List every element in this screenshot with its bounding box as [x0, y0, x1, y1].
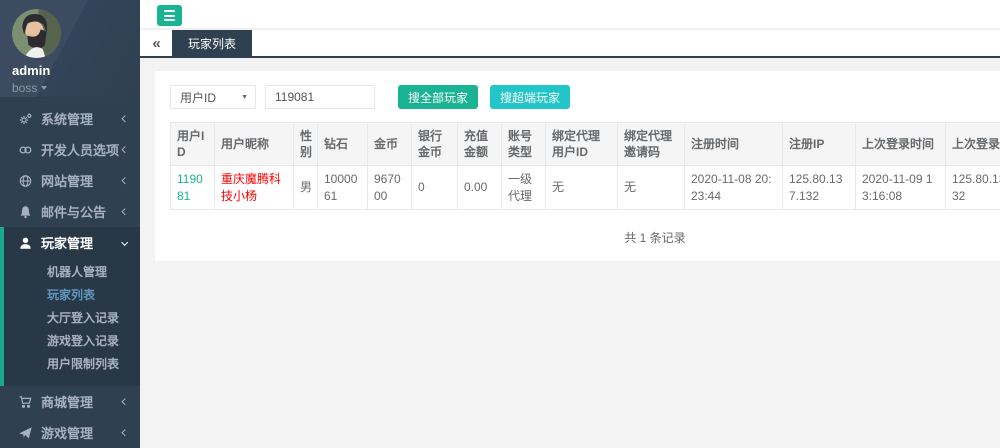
cell-register-time: 2020-11-08 20:23:44	[685, 166, 783, 209]
cell-gold: 967000	[368, 166, 412, 209]
cell-diamonds: 1000061	[318, 166, 368, 209]
cell-recharge-amount: 0.00	[458, 166, 502, 209]
player-list-panel: 用户ID ▼ 搜全部玩家 搜超端玩家	[155, 71, 1000, 261]
sidebar-item-website[interactable]: 网站管理	[0, 165, 140, 196]
sidebar-item-label: 游戏管理	[41, 423, 122, 442]
paper-plane-icon	[18, 426, 33, 440]
search-all-players-button[interactable]: 搜全部玩家	[398, 85, 478, 109]
sidebar-item-label: 系统管理	[41, 109, 122, 128]
cell-bound-agent-invite-code: 无	[618, 166, 685, 209]
chevron-left-icon	[121, 398, 129, 406]
sidebar-item-label: 邮件与公告	[41, 202, 122, 221]
user-icon	[18, 236, 33, 250]
column-last-login-ip: 上次登录IP	[946, 123, 1000, 166]
record-count: 共 1 条记录	[170, 229, 1000, 251]
cell-bank-gold: 0	[412, 166, 458, 209]
chevron-left-icon	[121, 177, 129, 185]
column-diamonds: 钻石	[318, 123, 368, 166]
sidebar-item-system[interactable]: 系统管理	[0, 103, 140, 134]
cell-bound-agent-user-id: 无	[546, 166, 618, 209]
app-window: admin boss 系统管理	[0, 0, 1000, 448]
cell-nickname: 重庆魔腾科技小杨	[215, 166, 294, 209]
table-header-row: 用户ID 用户昵称 性别 钻石 金币 银行金币 充值金额 账号类型 绑定代理用户…	[171, 123, 1000, 166]
chevron-left-icon	[121, 115, 129, 123]
link-icon	[18, 143, 33, 157]
triangle-down-icon: ▼	[241, 94, 248, 101]
user-name: admin	[12, 63, 140, 78]
column-nickname: 用户昵称	[215, 123, 294, 166]
column-bound-agent-invite-code: 绑定代理邀请码	[618, 123, 685, 166]
cell-last-login-ip: 125.80.137.132	[946, 166, 1000, 209]
column-register-ip: 注册IP	[783, 123, 856, 166]
column-gold: 金币	[368, 123, 412, 166]
user-role-dropdown[interactable]: boss	[12, 81, 140, 95]
avatar	[12, 9, 61, 58]
user-id-link[interactable]: 119081	[171, 166, 215, 209]
search-form: 用户ID ▼ 搜全部玩家 搜超端玩家	[170, 85, 1000, 109]
avatar-image	[12, 9, 61, 58]
sidebar-nav: 系统管理 开发人员选项 网站管理	[0, 97, 140, 448]
player-table: 用户ID 用户昵称 性别 钻石 金币 银行金币 充值金额 账号类型 绑定代理用户…	[170, 122, 1000, 210]
user-profile: admin boss	[0, 0, 140, 97]
sidebar-item-dev-options[interactable]: 开发人员选项	[0, 134, 140, 165]
tabbar: « 玩家列表	[140, 30, 1000, 58]
sidebar-item-game-management[interactable]: 游戏管理	[0, 417, 140, 448]
search-super-players-button[interactable]: 搜超端玩家	[490, 85, 570, 109]
topbar	[140, 0, 1000, 30]
player-management-submenu: 机器人管理 玩家列表 大厅登入记录 游戏登入记录 用户限制列表	[4, 258, 140, 386]
sidebar-group-player-management: 玩家管理 机器人管理 玩家列表 大厅登入记录 游戏登入记录 用户限制列表	[0, 227, 140, 386]
bell-icon	[18, 205, 33, 219]
cart-icon	[18, 395, 33, 409]
field-selector[interactable]: 用户ID ▼	[170, 85, 256, 109]
sidebar: admin boss 系统管理	[0, 0, 140, 448]
sidebar-subitem-game-login-log[interactable]: 游戏登入记录	[4, 330, 140, 353]
chevron-left-icon	[121, 208, 129, 216]
column-bank-gold: 银行金币	[412, 123, 458, 166]
column-last-login-time: 上次登录时间	[856, 123, 946, 166]
sidebar-item-mall-management[interactable]: 商城管理	[0, 386, 140, 417]
sidebar-item-label: 开发人员选项	[41, 140, 122, 159]
sidebar-item-label: 玩家管理	[41, 233, 122, 252]
sidebar-toggle-button[interactable]	[157, 5, 182, 26]
gears-icon	[18, 112, 33, 126]
chevron-left-icon	[121, 429, 129, 437]
sidebar-subitem-player-list[interactable]: 玩家列表	[4, 284, 140, 307]
chevron-left-icon	[121, 146, 129, 154]
hamburger-icon	[164, 10, 175, 12]
main-area: « 玩家列表 用户ID ▼ 搜全部玩家 搜超端玩家	[140, 0, 1000, 448]
cell-account-type: 一级代理	[502, 166, 546, 209]
column-account-type: 账号类型	[502, 123, 546, 166]
sidebar-item-label: 网站管理	[41, 171, 122, 190]
sidebar-subitem-lobby-login-log[interactable]: 大厅登入记录	[4, 307, 140, 330]
sidebar-subitem-robot-management[interactable]: 机器人管理	[4, 261, 140, 284]
field-selector-value: 用户ID	[180, 89, 216, 106]
cell-register-ip: 125.80.137.132	[783, 166, 856, 209]
column-gender: 性别	[294, 123, 318, 166]
collapse-tabs-button[interactable]: «	[140, 30, 172, 56]
sidebar-subitem-user-restriction-list[interactable]: 用户限制列表	[4, 353, 140, 376]
chevron-down-icon	[121, 239, 129, 247]
caret-down-icon	[41, 86, 47, 90]
column-recharge-amount: 充值金额	[458, 123, 502, 166]
cell-gender: 男	[294, 166, 318, 209]
sidebar-item-mail-announcements[interactable]: 邮件与公告	[0, 196, 140, 227]
search-input[interactable]	[265, 85, 375, 109]
sidebar-item-player-management[interactable]: 玩家管理	[4, 227, 140, 258]
column-user-id: 用户ID	[171, 123, 215, 166]
content-area: 用户ID ▼ 搜全部玩家 搜超端玩家	[140, 58, 1000, 261]
column-register-time: 注册时间	[685, 123, 783, 166]
user-role-label: boss	[12, 81, 37, 95]
globe-icon	[18, 174, 33, 188]
table-row: 119081 重庆魔腾科技小杨 男 1000061 967000 0 0.00 …	[171, 166, 1000, 209]
sidebar-item-label: 商城管理	[41, 392, 122, 411]
column-bound-agent-user-id: 绑定代理用户ID	[546, 123, 618, 166]
tab-player-list[interactable]: 玩家列表	[172, 30, 252, 56]
cell-last-login-time: 2020-11-09 13:16:08	[856, 166, 946, 209]
